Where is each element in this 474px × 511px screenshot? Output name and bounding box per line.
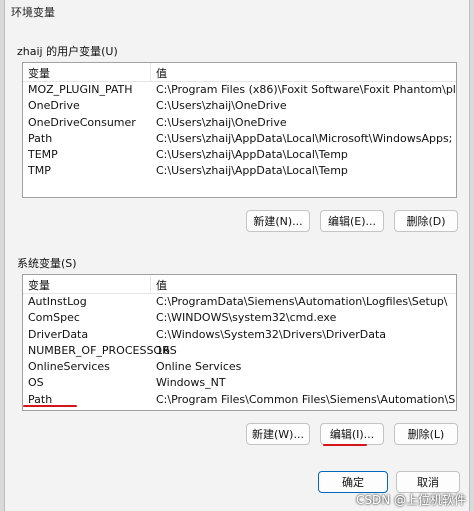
var-value: C:\Windows\System32\Drivers\DriverData [156, 327, 387, 341]
header-value[interactable]: 值 [156, 65, 167, 81]
user-new-button[interactable]: 新建(N)... [246, 210, 310, 232]
var-value: C:\Users\zhaij\AppData\Local\Temp [156, 164, 348, 178]
var-name: DriverData [28, 327, 89, 341]
header-separator [150, 275, 151, 293]
header-separator [150, 63, 151, 81]
user-var-row[interactable]: Path C:\Users\zhaij\AppData\Local\Microso… [23, 131, 456, 147]
cancel-button[interactable]: 取消 [396, 471, 460, 493]
var-value: C:\Program Files (x86)\Foxit Software\Fo… [156, 83, 457, 96]
window-title: 环境变量 [11, 6, 55, 19]
header-value[interactable]: 值 [156, 277, 167, 293]
var-name: OS [28, 376, 44, 390]
var-name: OneDriveConsumer [28, 115, 136, 129]
system-var-row[interactable]: NUMBER_OF_PROCESSORS 16 [23, 343, 456, 359]
var-name: OnlineServices [28, 360, 110, 374]
watermark: CSDN @上位机软件 [355, 493, 466, 507]
var-value: C:\Users\zhaij\AppData\Local\Microsoft\W… [156, 131, 453, 145]
system-var-row[interactable]: OS Windows_NT [23, 375, 456, 391]
edit-annotation-underline [323, 444, 367, 446]
system-delete-button[interactable]: 删除(L) [394, 423, 458, 445]
user-vars-header: 变量 值 [23, 63, 456, 82]
title-bar: 环境变量 [5, 0, 469, 22]
user-vars-list[interactable]: 变量 值 MOZ_PLUGIN_PATH C:\Program Files (x8… [22, 62, 457, 198]
system-new-button[interactable]: 新建(W)... [246, 423, 310, 445]
system-vars-label: 系统变量(S) [17, 257, 77, 270]
var-name: NUMBER_OF_PROCESSORS [28, 343, 177, 357]
path-annotation-underline [23, 405, 77, 407]
system-var-row[interactable]: DriverData C:\Windows\System32\Drivers\Dr… [23, 327, 456, 343]
system-vars-list[interactable]: 变量 值 AutInstLog C:\ProgramData\Siemens\Au… [22, 274, 457, 411]
user-var-row[interactable]: MOZ_PLUGIN_PATH C:\Program Files (x86)\Fo… [23, 82, 456, 98]
var-value: Online Services [156, 360, 242, 374]
environment-variables-dialog: 环境变量 zhaij 的用户变量(U) 变量 值 MOZ_PLUGIN_PATH… [4, 0, 470, 511]
var-value: C:\ProgramData\Siemens\Automation\Logfil… [156, 295, 448, 308]
var-value: C:\Users\zhaij\OneDrive [156, 115, 287, 129]
user-edit-button[interactable]: 编辑(E)... [320, 210, 384, 232]
user-delete-button[interactable]: 删除(D) [394, 210, 458, 232]
user-var-row[interactable]: TMP C:\Users\zhaij\AppData\Local\Temp [23, 163, 456, 179]
var-value: C:\Users\zhaij\AppData\Local\Temp [156, 148, 348, 162]
var-name: MOZ_PLUGIN_PATH [28, 83, 133, 96]
system-var-row-path[interactable]: Path C:\Program Files\Common Files\Siemen… [23, 392, 456, 408]
header-name[interactable]: 变量 [28, 277, 50, 293]
system-var-row[interactable]: ComSpec C:\WINDOWS\system32\cmd.exe [23, 310, 456, 326]
var-value: C:\WINDOWS\system32\cmd.exe [156, 311, 337, 325]
ok-button[interactable]: 确定 [318, 471, 388, 493]
var-value: Windows_NT [156, 376, 226, 390]
var-value: C:\Users\zhaij\OneDrive [156, 99, 287, 113]
var-name: OneDrive [28, 99, 80, 113]
user-vars-label: zhaij 的用户变量(U) [17, 45, 118, 58]
var-name: Path [28, 131, 53, 145]
var-name: TEMP [28, 148, 58, 162]
var-name: ComSpec [28, 311, 80, 325]
system-vars-header: 变量 值 [23, 275, 456, 294]
system-edit-button[interactable]: 编辑(I)... [320, 423, 384, 445]
system-var-row[interactable]: OnlineServices Online Services [23, 359, 456, 375]
var-value: C:\Program Files\Common Files\Siemens\Au… [156, 392, 456, 406]
var-name: AutInstLog [28, 295, 87, 308]
user-var-row[interactable]: OneDriveConsumer C:\Users\zhaij\OneDrive [23, 115, 456, 131]
var-name: TMP [28, 164, 51, 178]
user-var-row[interactable]: OneDrive C:\Users\zhaij\OneDrive [23, 98, 456, 114]
system-var-row[interactable]: AutInstLog C:\ProgramData\Siemens\Automat… [23, 294, 456, 310]
user-var-row[interactable]: TEMP C:\Users\zhaij\AppData\Local\Temp [23, 147, 456, 163]
var-value: 16 [156, 343, 170, 357]
header-name[interactable]: 变量 [28, 65, 50, 81]
var-name: Path [28, 392, 53, 406]
